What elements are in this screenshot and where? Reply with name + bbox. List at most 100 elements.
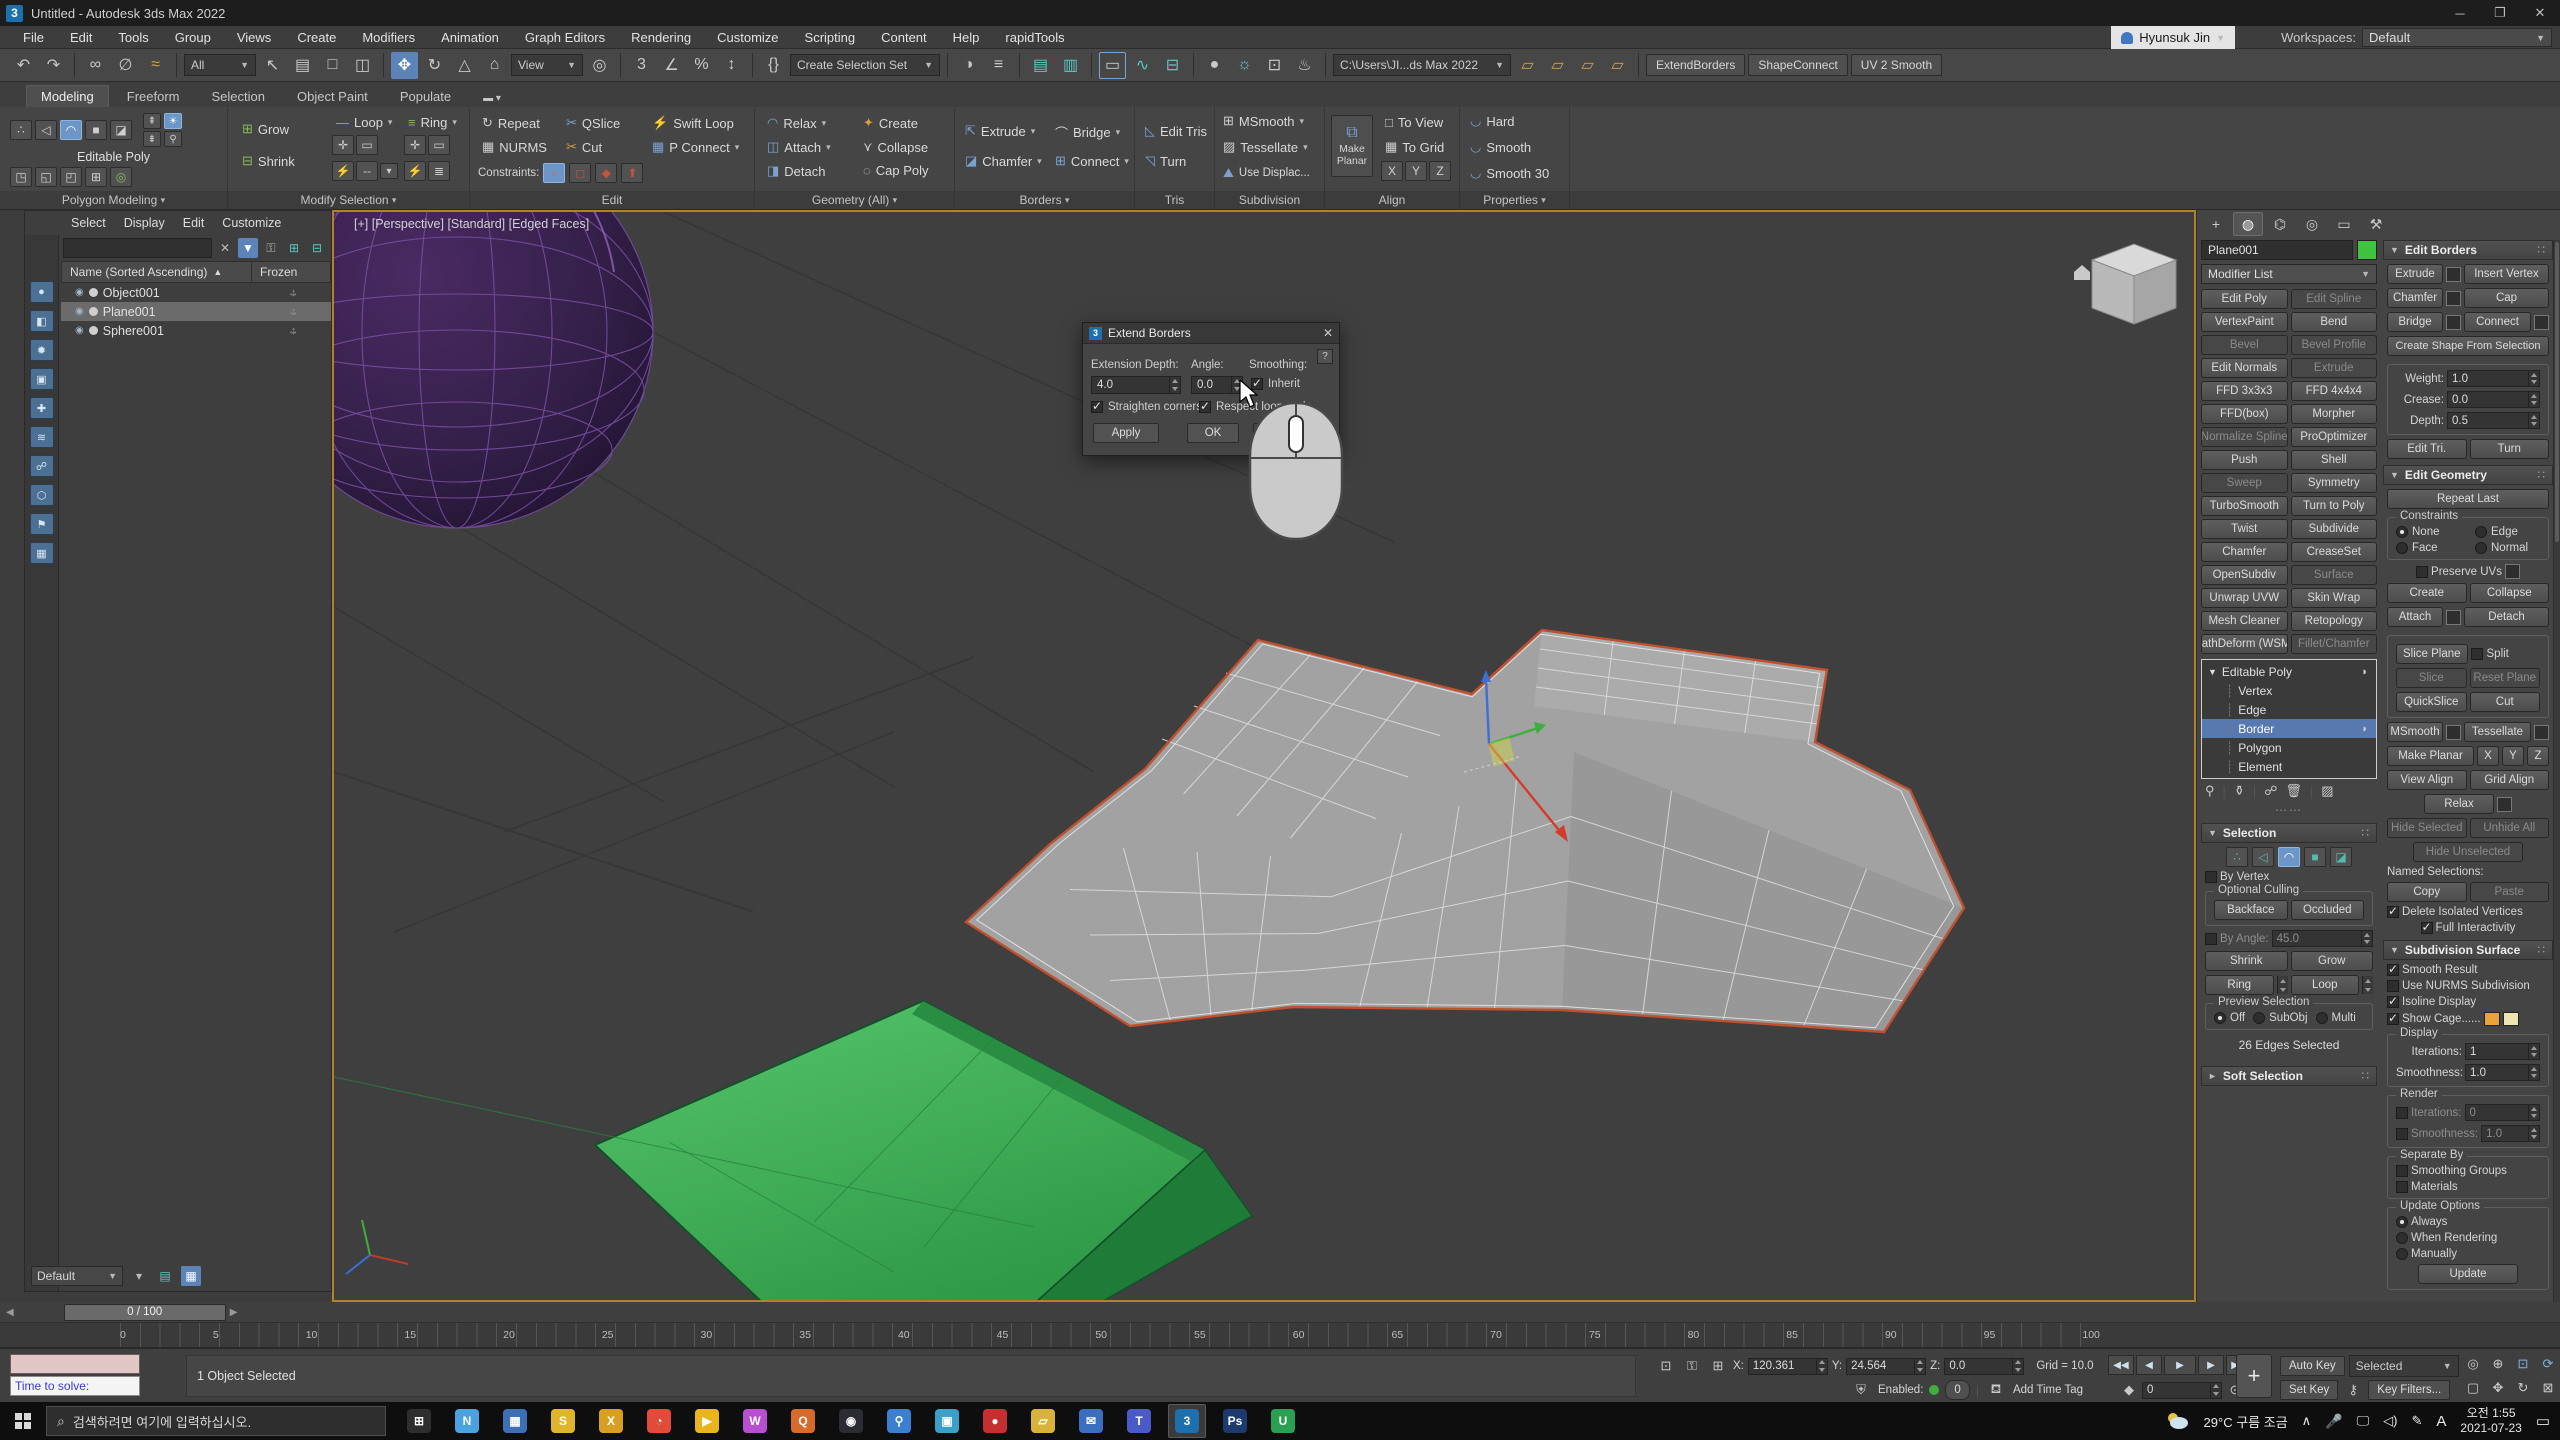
modifier-button[interactable]: Twist xyxy=(2201,519,2288,539)
sel-polygon-icon[interactable]: ■ xyxy=(2304,847,2326,867)
explorer-row-sphere001[interactable]: ◉Sphere001 ↔↕ xyxy=(61,321,331,340)
display-containers-icon[interactable]: ⚑ xyxy=(30,513,54,535)
previous-frame-button[interactable]: ◀ xyxy=(2136,1355,2162,1375)
modifier-button[interactable]: Turn to Poly xyxy=(2291,496,2378,516)
user-account-menu[interactable]: Hyunsuk Jin▼ xyxy=(2111,26,2235,49)
generate-topology-icon[interactable]: ⊞ xyxy=(85,167,107,187)
taskbar-app-chrome[interactable]: ◔ xyxy=(640,1404,678,1438)
subobject-polygon-icon[interactable]: ■ xyxy=(85,120,107,140)
bridge-settings-icon[interactable] xyxy=(2446,315,2461,330)
caption-edit[interactable]: Edit xyxy=(470,191,755,209)
split-checkbox[interactable]: Split xyxy=(2471,648,2541,660)
modifier-button[interactable]: Symmetry xyxy=(2291,473,2378,493)
menu-rapidtools[interactable]: rapidTools xyxy=(992,30,1077,45)
update-manually-radio[interactable]: Manually xyxy=(2396,1248,2540,1260)
taskbar-app-teams[interactable]: T xyxy=(1120,1404,1158,1438)
menu-create[interactable]: Create xyxy=(284,30,349,45)
collapse-stack-icon[interactable]: ◳ xyxy=(10,167,32,187)
sel-element-icon[interactable]: ◪ xyxy=(2330,847,2352,867)
clock[interactable]: 오전 1:55 2021-07-23 xyxy=(2460,1406,2521,1436)
keyable-icons-icon[interactable]: ⚷ xyxy=(2342,1379,2364,1401)
zoom-region-icon[interactable]: ▢ xyxy=(2462,1377,2484,1399)
constraint-face-icon[interactable]: ◆ xyxy=(595,163,617,183)
render-iterations-field[interactable]: 0 xyxy=(2465,1104,2541,1121)
close-button[interactable]: ✕ xyxy=(2520,0,2560,26)
copy-button[interactable]: Copy xyxy=(2387,882,2467,902)
go-to-start-button[interactable]: ◀◀ xyxy=(2108,1355,2134,1375)
keyboard-shortcut-override-icon[interactable]: {} xyxy=(760,52,787,79)
constraint-normal-radio[interactable]: Normal xyxy=(2475,542,2540,554)
attach-button[interactable]: Attach xyxy=(2387,607,2443,627)
auto-key-button[interactable]: Auto Key xyxy=(2280,1356,2345,1376)
delete-isolated-checkbox[interactable]: Delete Isolated Vertices xyxy=(2387,906,2549,918)
render-smoothness-checkbox[interactable] xyxy=(2396,1128,2408,1140)
ok-button[interactable]: OK xyxy=(1187,423,1239,443)
explorer-grid-icon[interactable]: ▦ xyxy=(181,1266,201,1286)
taskbar-app-sticky-notes[interactable]: S xyxy=(544,1404,582,1438)
scene-explorer-toggle-icon[interactable]: ▥ xyxy=(1057,52,1084,79)
remove-modifier-icon[interactable]: 🗑 xyxy=(2285,783,2302,799)
render-production-icon[interactable]: ♨ xyxy=(1291,52,1318,79)
repeat-last-button[interactable]: Repeat Last xyxy=(2387,489,2549,509)
mirror-icon[interactable]: ◑ xyxy=(955,52,982,79)
relax-button[interactable]: ◠Relax▾ xyxy=(763,113,830,133)
project-path-dropdown[interactable]: C:\Users\JI...ds Max 2022▼ xyxy=(1333,54,1511,76)
detach-button[interactable]: ◨Detach xyxy=(763,161,830,181)
cage-color-swatch-2[interactable] xyxy=(2503,1012,2519,1026)
minimize-button[interactable]: ─ xyxy=(2440,0,2480,26)
object-name-field[interactable]: Plane001 xyxy=(2201,240,2353,260)
modifier-list-dropdown[interactable]: Modifier List▼ xyxy=(2201,264,2377,284)
set-keys-button[interactable]: + xyxy=(2236,1354,2272,1398)
layer-manager-icon[interactable]: ▤ xyxy=(1027,52,1054,79)
relax-button[interactable]: Relax xyxy=(2424,794,2494,814)
rectangular-selection-region-icon[interactable]: □ xyxy=(319,52,346,79)
cage-color-swatch-1[interactable] xyxy=(2484,1012,2500,1026)
hidden-icons-chevron[interactable]: ∧ xyxy=(2302,1413,2312,1429)
animation-shield-icon[interactable]: ⛨ xyxy=(1850,1379,1872,1401)
make-unique-icon[interactable]: ☍ xyxy=(2264,783,2277,799)
preview-multi-radio[interactable]: Multi xyxy=(2316,1012,2356,1024)
add-time-tag[interactable]: Add Time Tag xyxy=(2013,1384,2083,1396)
z-coordinate-field[interactable]: 0.0 xyxy=(1944,1358,2024,1375)
grid-align-button[interactable]: Grid Align xyxy=(2470,770,2550,790)
explorer-list-icon[interactable]: ▤ xyxy=(155,1266,175,1286)
taskbar-app-photoshop[interactable]: Ps xyxy=(1216,1404,1254,1438)
cap-poly-button[interactable]: ◌Cap Poly xyxy=(859,161,932,180)
maxscript-mini-listener-pink[interactable] xyxy=(10,1354,140,1374)
show-end-result-icon[interactable]: ⚱ xyxy=(2234,783,2245,799)
make-planar-button[interactable]: Make Planar xyxy=(2387,746,2474,766)
time-slider[interactable]: ◀ 0 / 100 ▶ xyxy=(0,1302,2560,1323)
materials-checkbox[interactable]: Materials xyxy=(2396,1181,2540,1193)
modifier-button[interactable]: Skin Wrap xyxy=(2291,588,2378,608)
ref-coord-dropdown[interactable]: View▼ xyxy=(511,54,583,76)
update-always-radio[interactable]: Always xyxy=(2396,1216,2540,1228)
cap-button[interactable]: Cap xyxy=(2464,288,2549,308)
caption-align[interactable]: Align xyxy=(1325,191,1460,209)
detach-button[interactable]: Detach xyxy=(2464,607,2549,627)
stack-lamp-icon[interactable]: ◗ xyxy=(2361,723,2368,735)
caption-polygon-modeling[interactable]: Polygon Modeling ▾ xyxy=(0,191,228,209)
loop-grow-icon[interactable]: ✛ xyxy=(332,135,354,155)
time-slider-handle[interactable]: 0 / 100 xyxy=(64,1304,226,1321)
stack-item-edge[interactable]: ┊Edge xyxy=(2202,700,2376,719)
explorer-menu-select[interactable]: Select xyxy=(63,216,114,230)
explorer-menu-display[interactable]: Display xyxy=(116,216,173,230)
network-icon[interactable]: 🖵 xyxy=(2357,1413,2370,1429)
weather-text[interactable]: 29°C 구름 조금 xyxy=(2204,1412,2288,1431)
sel-vertex-icon[interactable]: ∴ xyxy=(2226,847,2248,867)
select-and-move-icon[interactable]: ✥ xyxy=(391,52,418,79)
nurms-button[interactable]: ▦NURMS xyxy=(478,137,551,157)
menu-file[interactable]: File xyxy=(10,30,57,45)
shrink-button[interactable]: ⊟Shrink xyxy=(238,151,299,171)
by-angle-field[interactable]: 45.0 xyxy=(2272,930,2373,947)
pin-stack-icon[interactable]: ⚲ xyxy=(2205,783,2215,799)
explorer-row-plane001[interactable]: ◉Plane001 ↔↕ xyxy=(61,302,331,321)
update-when-rendering-radio[interactable]: When Rendering xyxy=(2396,1232,2540,1244)
ribbon-tab-object-paint[interactable]: Object Paint xyxy=(283,86,382,107)
border-extrude-button[interactable]: ⇱Extrude▾ xyxy=(961,121,1039,141)
border-chamfer-button[interactable]: ◪Chamfer▾ xyxy=(961,151,1046,171)
rollout-edit-borders[interactable]: ▼Edit Borders∷ xyxy=(2383,240,2553,260)
caption-subdivision[interactable]: Subdivision xyxy=(1215,191,1325,209)
display-helpers-icon[interactable]: ≋ xyxy=(30,426,54,448)
collapse-button[interactable]: ⋎Collapse xyxy=(859,137,932,157)
